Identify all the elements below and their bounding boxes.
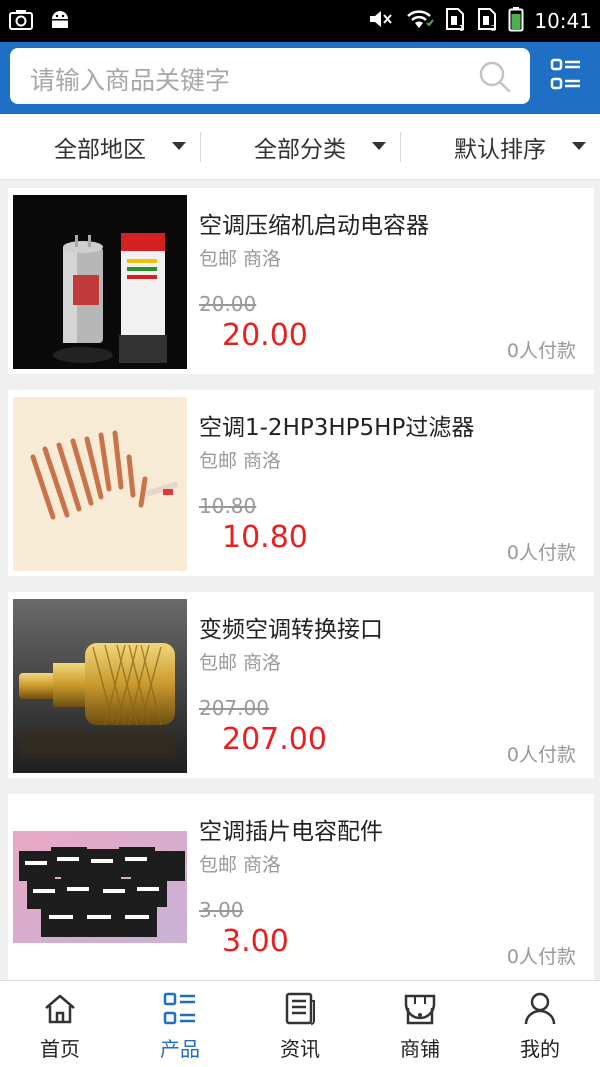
- product-old-price: 3.00: [199, 898, 244, 922]
- nav-label-news: 资讯: [280, 1037, 320, 1061]
- wifi-icon: [404, 7, 435, 35]
- product-card[interactable]: 空调压缩机启动电容器 包邮 商洛 20.00 20.00 0人付款: [8, 188, 594, 374]
- product-tags: 包邮 商洛: [199, 450, 282, 472]
- status-time: 10:41: [534, 9, 592, 33]
- product-image-cbb61[interactable]: [13, 801, 187, 975]
- product-sold-count: 0人付款: [506, 744, 576, 766]
- chevron-down-icon: [572, 142, 586, 150]
- search-input[interactable]: 请输入商品关键字: [10, 48, 530, 104]
- filter-bar: 全部地区 全部分类 默认排序: [0, 114, 600, 180]
- product-card[interactable]: 变频空调转换接口 包邮 商洛 207.00 207.00 0人付款: [8, 592, 594, 778]
- screenshot-icon: [8, 8, 34, 36]
- store-icon: [402, 991, 438, 1027]
- product-list: 空调压缩机启动电容器 包邮 商洛 20.00 20.00 0人付款 空调1-2H…: [0, 180, 600, 980]
- bottom-nav: 首页 产品 资讯 商铺 我的: [0, 980, 600, 1067]
- products-icon: [162, 991, 198, 1027]
- news-icon: [282, 991, 318, 1027]
- chevron-down-icon: [172, 142, 186, 150]
- nav-label-home: 首页: [40, 1037, 80, 1061]
- home-icon: [42, 991, 78, 1027]
- app-header: 请输入商品关键字: [0, 42, 600, 114]
- product-image-filter[interactable]: [13, 397, 187, 571]
- product-price: 20.00: [222, 318, 308, 353]
- product-image-adapter[interactable]: [13, 599, 187, 773]
- sim2-icon: 2: [476, 6, 498, 36]
- android-icon: [48, 8, 72, 36]
- svg-text:1: 1: [459, 24, 464, 32]
- status-bar: 1 2 10:41: [0, 0, 600, 42]
- svg-text:2: 2: [491, 24, 496, 32]
- nav-item-home[interactable]: 首页: [0, 981, 120, 1067]
- product-title[interactable]: 空调插片电容配件: [199, 812, 383, 846]
- product-tags: 包邮 商洛: [199, 854, 282, 876]
- product-card[interactable]: 空调插片电容配件 包邮 商洛 3.00 3.00 0人付款: [8, 794, 594, 980]
- nav-item-store[interactable]: 商铺: [360, 981, 480, 1067]
- product-title[interactable]: 空调1-2HP3HP5HP过滤器: [199, 408, 474, 442]
- profile-icon: [522, 991, 558, 1027]
- product-title[interactable]: 变频空调转换接口: [199, 610, 383, 644]
- chevron-down-icon: [372, 142, 386, 150]
- product-old-price: 10.80: [199, 494, 257, 518]
- filter-region-label: 全部地区: [54, 137, 146, 163]
- product-sold-count: 0人付款: [506, 542, 576, 564]
- product-title[interactable]: 空调压缩机启动电容器: [199, 206, 429, 240]
- nav-label-products: 产品: [160, 1037, 200, 1061]
- product-old-price: 207.00: [199, 696, 269, 720]
- filter-category[interactable]: 全部分类: [200, 114, 400, 180]
- nav-item-products[interactable]: 产品: [120, 981, 240, 1067]
- product-price: 207.00: [222, 722, 327, 757]
- product-card[interactable]: 空调1-2HP3HP5HP过滤器 包邮 商洛 10.80 10.80 0人付款: [8, 390, 594, 576]
- product-image-capacitor[interactable]: [13, 195, 187, 369]
- search-placeholder: 请输入商品关键字: [30, 66, 231, 95]
- product-tags: 包邮 商洛: [199, 652, 282, 674]
- sim1-icon: 1: [444, 6, 466, 36]
- product-price: 10.80: [222, 520, 308, 555]
- list-view-icon[interactable]: [550, 58, 582, 94]
- nav-label-profile: 我的: [520, 1037, 560, 1061]
- product-sold-count: 0人付款: [506, 946, 576, 968]
- filter-category-label: 全部分类: [254, 137, 346, 163]
- nav-item-profile[interactable]: 我的: [480, 981, 600, 1067]
- product-price: 3.00: [222, 924, 289, 959]
- battery-icon: [508, 6, 524, 36]
- search-icon[interactable]: [478, 60, 512, 98]
- mute-icon: [368, 7, 394, 35]
- product-old-price: 20.00: [199, 292, 257, 316]
- product-sold-count: 0人付款: [506, 340, 576, 362]
- nav-label-store: 商铺: [400, 1037, 440, 1061]
- filter-region[interactable]: 全部地区: [0, 114, 200, 180]
- filter-sort-label: 默认排序: [454, 137, 546, 163]
- product-tags: 包邮 商洛: [199, 248, 282, 270]
- filter-sort[interactable]: 默认排序: [400, 114, 600, 180]
- nav-item-news[interactable]: 资讯: [240, 981, 360, 1067]
